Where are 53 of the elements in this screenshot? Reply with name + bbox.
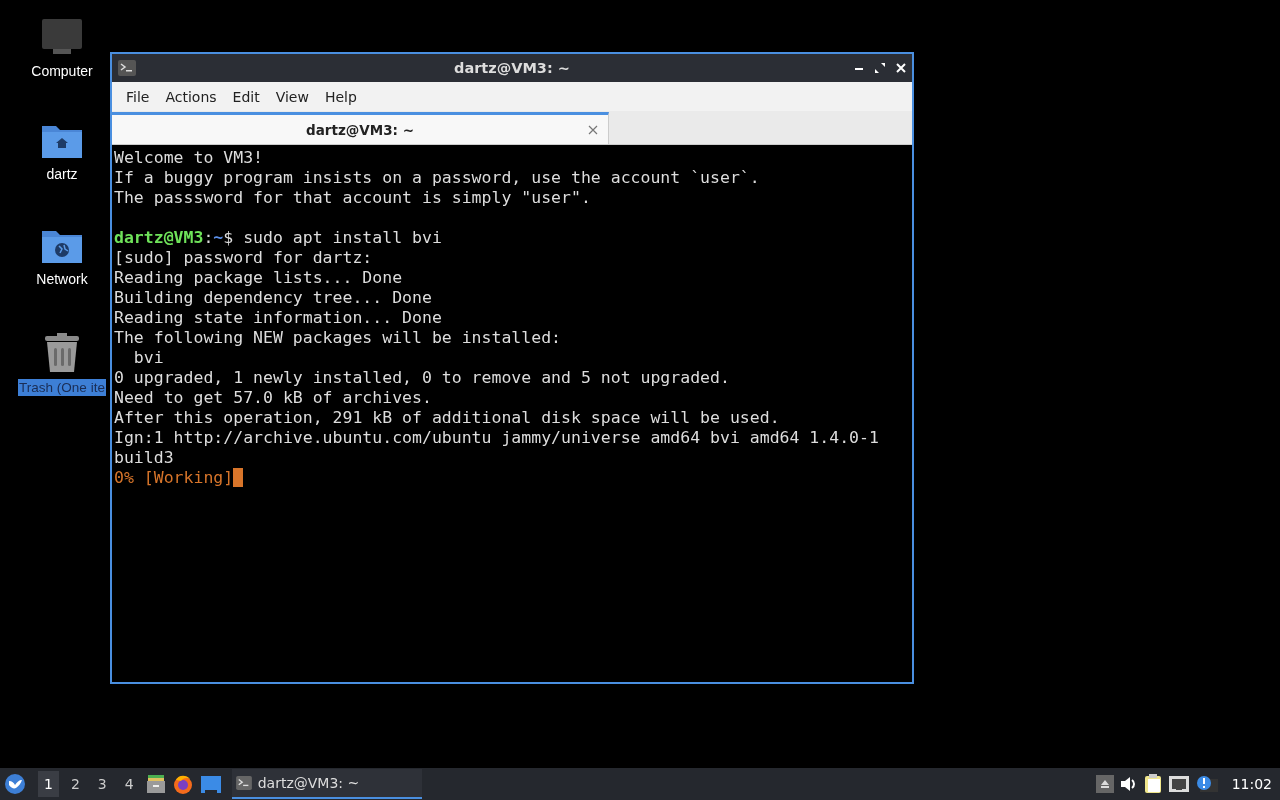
menu-item[interactable]: View bbox=[269, 86, 315, 107]
terminal-line: bvi bbox=[132, 348, 164, 367]
desktop-icon-label[interactable]: Computer bbox=[30, 62, 94, 80]
terminal-line: Ign:1 http://archive.ubuntu.com/ubuntu jammy/universe amd64 bvi amd64 1.4.0-1 bbox=[114, 428, 879, 447]
terminal-tab[interactable]: dartz@VM3: ~ bbox=[112, 112, 609, 144]
terminal-line: Welcome to VM3! bbox=[114, 148, 263, 167]
menu-item[interactable]: Edit bbox=[226, 86, 266, 107]
terminal-line: The following NEW packages will be installed: bbox=[114, 328, 562, 347]
monitor-icon[interactable] bbox=[41, 18, 83, 56]
menu-item[interactable]: Actions bbox=[159, 86, 223, 107]
network-folder-icon[interactable] bbox=[41, 228, 83, 264]
workspace-button[interactable]: 4 bbox=[118, 771, 140, 797]
eject-icon[interactable] bbox=[1095, 775, 1114, 793]
close-icon[interactable] bbox=[896, 63, 906, 73]
restore-icon[interactable] bbox=[875, 63, 885, 73]
browser-icon[interactable] bbox=[171, 773, 194, 795]
terminal-icon bbox=[118, 60, 136, 76]
terminal-line: Need to get 57.0 kB of archives. bbox=[114, 388, 432, 407]
terminal-line: build3 bbox=[114, 448, 174, 467]
terminal-line: [sudo] password for dartz: bbox=[114, 248, 373, 267]
window-title: dartz@VM3: ~ bbox=[454, 60, 570, 76]
file-cabinet-icon[interactable] bbox=[145, 774, 166, 794]
close-tab-icon[interactable] bbox=[588, 124, 598, 135]
prompt-path: :~ bbox=[203, 228, 224, 247]
prompt-user: dartz@VM3 bbox=[114, 228, 204, 247]
cursor bbox=[233, 468, 244, 487]
clipboard-icon[interactable] bbox=[1143, 774, 1162, 794]
terminal-line: Reading package lists... Done bbox=[114, 268, 403, 287]
task-button[interactable]: dartz@VM3: ~ bbox=[231, 769, 422, 799]
network-port-icon[interactable] bbox=[1167, 775, 1190, 793]
clock[interactable]: 11:02 bbox=[1231, 776, 1272, 792]
terminal-icon bbox=[235, 776, 252, 790]
workspace-button[interactable]: 1 bbox=[38, 771, 59, 797]
desktop-icon-label[interactable]: dartz bbox=[45, 165, 79, 183]
terminal-line: If a buggy program insists on a password, use the account `user`. bbox=[114, 168, 760, 187]
notification-icon[interactable] bbox=[1195, 775, 1218, 793]
workspace-button[interactable]: 3 bbox=[91, 771, 113, 797]
terminal-line: Reading state information... Done bbox=[114, 308, 442, 327]
menu-item[interactable]: File bbox=[120, 86, 156, 107]
bird-logo-icon[interactable] bbox=[4, 773, 26, 795]
terminal-line: The passsword for that account is simply "user". bbox=[114, 188, 591, 207]
terminal-line: Building dependency tree... Done bbox=[114, 288, 432, 307]
trash-icon[interactable] bbox=[42, 333, 82, 373]
workspace-button[interactable]: 2 bbox=[64, 771, 86, 797]
progress-text: 0% [Working] bbox=[114, 468, 234, 488]
terminal-line: After this operation, 291 kB of additional disk space will be used. bbox=[114, 408, 780, 427]
volume-icon[interactable] bbox=[1119, 776, 1138, 792]
home-folder-icon[interactable] bbox=[41, 123, 83, 159]
command-text: $ sudo apt install bvi bbox=[223, 228, 442, 247]
menu-item[interactable]: Help bbox=[318, 86, 363, 107]
desktop-icon-label[interactable]: Network bbox=[35, 270, 89, 288]
desktop-icon[interactable] bbox=[199, 774, 222, 794]
terminal-line: 0 upgraded, 1 newly installed, 0 to remove and 5 not upgraded. bbox=[114, 368, 730, 387]
